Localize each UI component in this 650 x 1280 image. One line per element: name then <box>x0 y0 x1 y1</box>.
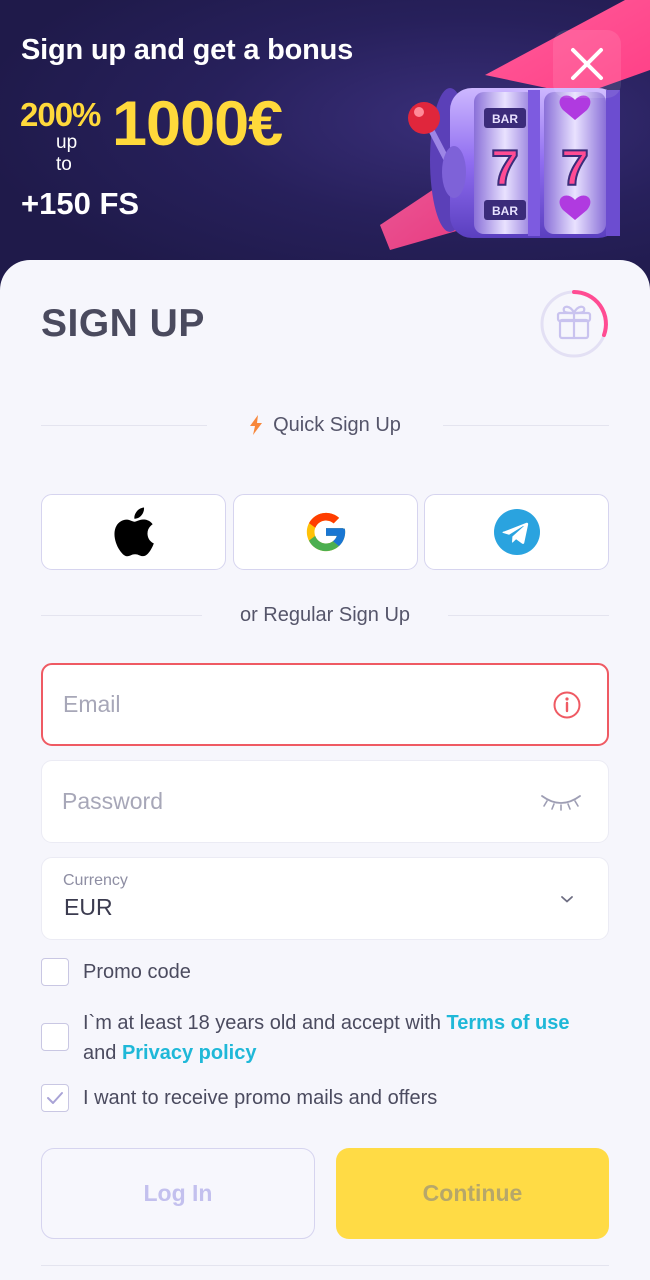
promo-code-label: Promo code <box>83 961 191 983</box>
bonus-amount: 1000€ <box>112 89 283 159</box>
google-signup-button[interactable] <box>233 494 418 570</box>
checkmark-icon <box>47 1092 63 1104</box>
currency-select[interactable]: Currency EUR <box>41 857 609 940</box>
terms-of-use-link[interactable]: Terms of use <box>447 1012 570 1034</box>
age-terms-checkbox[interactable] <box>41 1023 69 1051</box>
svg-text:7: 7 <box>491 140 519 196</box>
promo-code-checkbox[interactable] <box>41 958 69 986</box>
close-icon <box>571 48 603 80</box>
login-button[interactable]: Log In <box>41 1148 315 1239</box>
regular-signup-label: or Regular Sign Up <box>239 603 411 626</box>
regular-signup-divider: or Regular Sign Up <box>41 600 609 630</box>
divider-line <box>41 424 208 426</box>
apple-icon <box>113 507 154 557</box>
privacy-policy-link[interactable]: Privacy policy <box>122 1042 257 1064</box>
promo-code-option: Promo code <box>41 958 609 986</box>
free-spins: +150 FS <box>21 186 140 221</box>
promo-mails-option: I want to receive promo mails and offers <box>41 1084 609 1112</box>
eye-closed-icon[interactable] <box>540 792 582 812</box>
continue-button[interactable]: Continue <box>336 1148 609 1239</box>
currency-label: Currency <box>63 872 128 889</box>
divider-line <box>41 614 202 616</box>
banner-title: Sign up and get a bonus <box>21 34 354 66</box>
password-field <box>41 760 609 843</box>
email-field <box>41 663 609 746</box>
page-title: SIGN UP <box>41 302 205 345</box>
close-button[interactable] <box>553 30 621 98</box>
divider-line <box>442 424 609 426</box>
divider-line <box>41 1265 609 1266</box>
svg-text:7: 7 <box>561 140 589 196</box>
age-terms-text-and: and <box>83 1042 122 1064</box>
svg-text:BAR: BAR <box>492 112 518 126</box>
promo-mails-label: I want to receive promo mails and offers <box>83 1087 438 1109</box>
gift-progress-widget[interactable] <box>538 288 610 360</box>
telegram-signup-button[interactable] <box>424 494 609 570</box>
age-terms-text-before: I`m at least 18 years old and accept wit… <box>83 1012 447 1034</box>
divider-line <box>448 614 609 616</box>
age-terms-option: I`m at least 18 years old and accept wit… <box>41 1008 609 1068</box>
lightning-icon <box>250 415 263 435</box>
bonus-banner: Sign up and get a bonus 200% up to 1000€… <box>0 0 650 300</box>
google-icon <box>306 512 345 552</box>
error-info-icon <box>553 691 581 718</box>
quick-signup-label: Quick Sign Up <box>273 413 401 436</box>
promo-mails-checkbox[interactable] <box>41 1084 69 1112</box>
signup-page: Sign up and get a bonus 200% up to 1000€… <box>0 0 650 1280</box>
email-input[interactable] <box>63 665 533 744</box>
currency-value: EUR <box>64 894 113 920</box>
telegram-icon <box>493 509 540 555</box>
quick-signup-divider: Quick Sign Up <box>41 410 609 440</box>
bonus-upto: up to <box>56 132 78 175</box>
svg-text:BAR: BAR <box>492 204 518 218</box>
signup-card: SIGN UP Quick Sign Up or Regular Sign Up… <box>0 260 650 1280</box>
bonus-percent: 200% <box>20 96 101 133</box>
password-input[interactable] <box>62 761 532 842</box>
gift-icon <box>556 305 592 340</box>
chevron-down-icon <box>561 895 573 902</box>
age-terms-text: I`m at least 18 years old and accept wit… <box>83 1008 570 1068</box>
apple-signup-button[interactable] <box>41 494 226 570</box>
social-signup-buttons <box>41 494 609 570</box>
